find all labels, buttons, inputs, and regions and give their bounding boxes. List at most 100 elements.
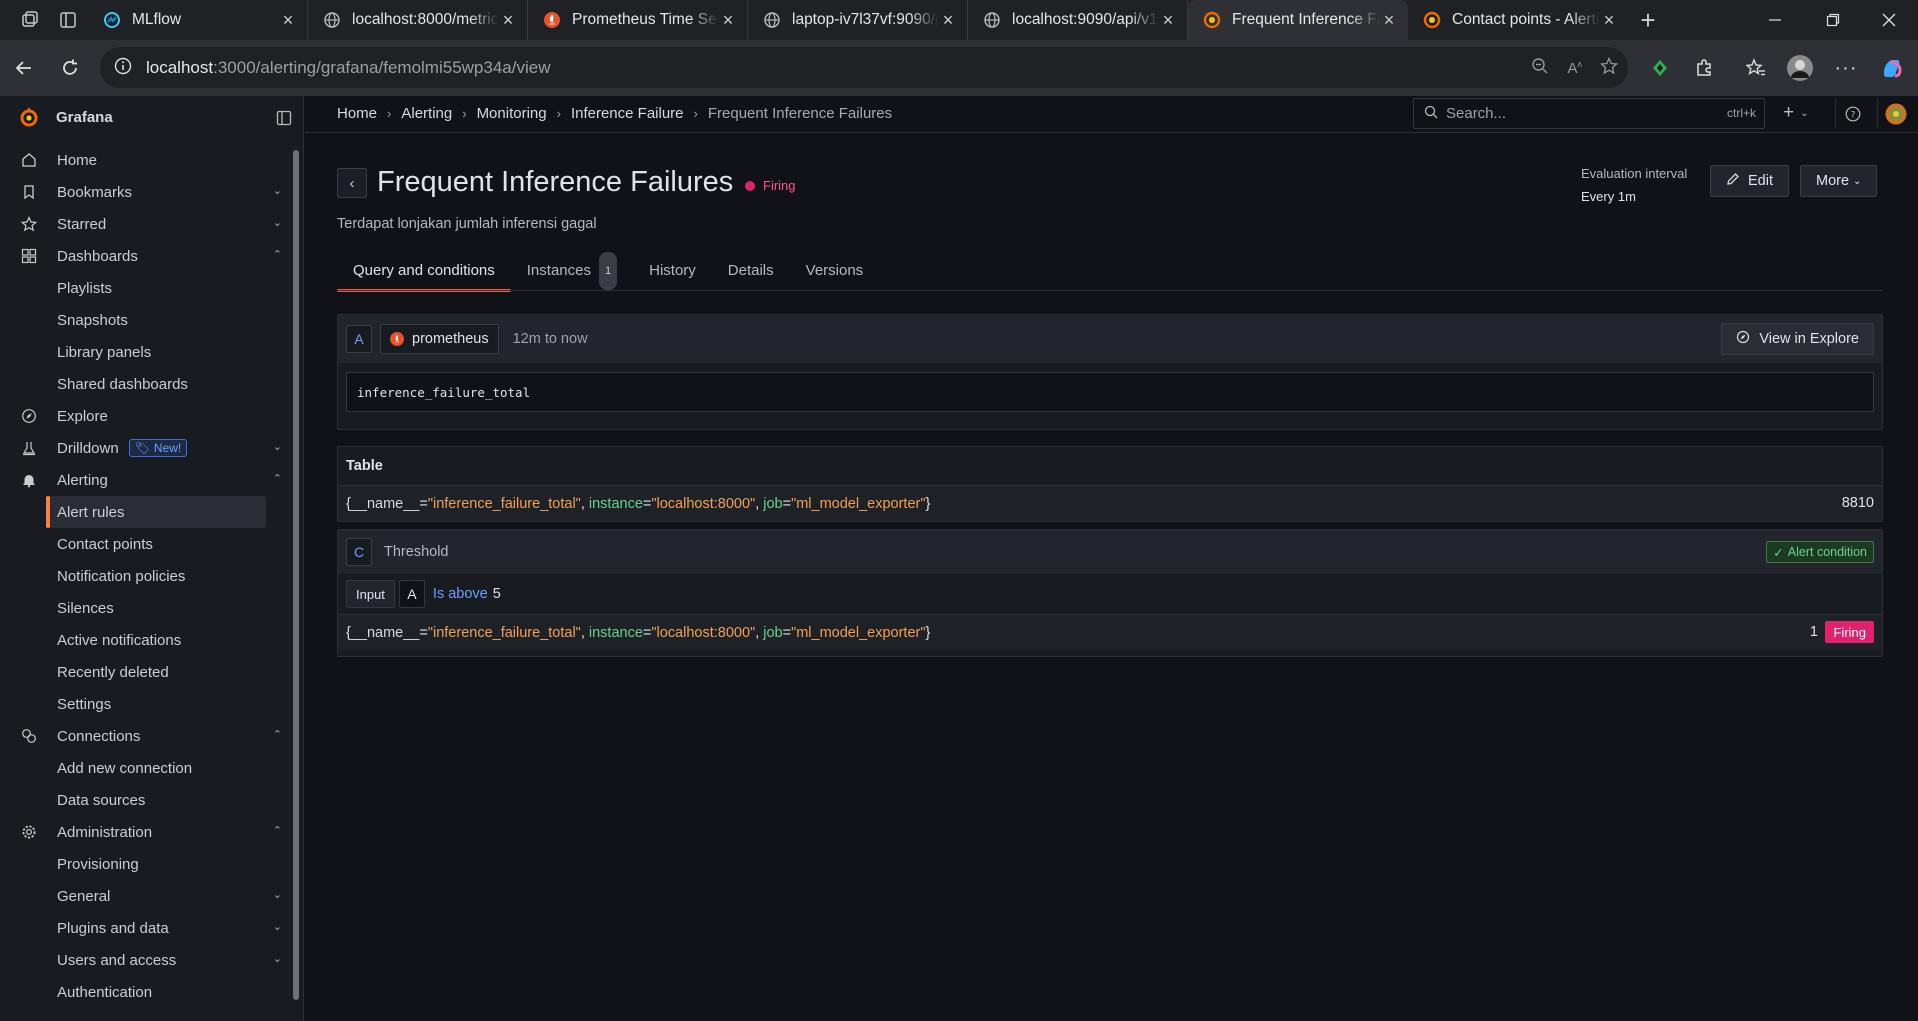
tab-versions[interactable]: Versions bbox=[790, 252, 880, 290]
breadcrumb-monitoring[interactable]: Monitoring bbox=[477, 105, 547, 122]
sidebar-item-settings[interactable]: Settings bbox=[0, 688, 290, 720]
breadcrumb-inference-failure[interactable]: Inference Failure bbox=[571, 105, 684, 122]
extension-shield-icon[interactable] bbox=[1640, 48, 1680, 88]
firing-dot-icon bbox=[745, 180, 755, 191]
threshold-value[interactable]: 5 bbox=[493, 586, 501, 602]
sidebar-item-administration[interactable]: Administration ⌃ bbox=[0, 816, 290, 848]
sidebar-item-data-sources[interactable]: Data sources bbox=[0, 784, 290, 816]
dock-menu-icon[interactable] bbox=[276, 110, 292, 130]
favorites-icon[interactable] bbox=[1736, 48, 1776, 88]
sidebar-item-general[interactable]: General ⌄ bbox=[0, 880, 290, 912]
sidebar-item-notification-policies[interactable]: Notification policies bbox=[0, 560, 290, 592]
sidebar-item-alert-rules[interactable]: Alert rules bbox=[46, 496, 266, 528]
url-field[interactable]: localhost:3000/alerting/grafana/femolmi5… bbox=[100, 47, 1628, 88]
info-icon[interactable] bbox=[114, 57, 132, 79]
threshold-header: C Threshold ✓ Alert condition bbox=[338, 530, 1882, 574]
brand[interactable]: Grafana bbox=[18, 106, 113, 128]
breadcrumb-home[interactable]: Home bbox=[337, 105, 377, 122]
close-icon[interactable]: × bbox=[1600, 10, 1618, 31]
tab-details[interactable]: Details bbox=[712, 252, 790, 290]
minimize-button[interactable] bbox=[1746, 0, 1804, 40]
globe-icon bbox=[322, 10, 342, 30]
extensions-puzzle-icon[interactable] bbox=[1684, 48, 1724, 88]
sidebar-item-connections[interactable]: Connections ⌃ bbox=[0, 720, 290, 752]
tab-query-and-conditions[interactable]: Query and conditions bbox=[337, 252, 511, 292]
close-icon[interactable]: × bbox=[939, 10, 957, 31]
sidebar-item-alerting[interactable]: Alerting ⌃ bbox=[0, 464, 290, 496]
chevron-down-icon[interactable]: ⌄ bbox=[273, 184, 282, 197]
sidebar-item-label: Notification policies bbox=[57, 567, 186, 585]
add-new-button[interactable]: + ⌄ bbox=[1783, 102, 1809, 124]
close-icon[interactable]: × bbox=[499, 10, 517, 31]
close-icon[interactable]: × bbox=[719, 10, 737, 31]
sidebar-item-bookmarks[interactable]: Bookmarks ⌄ bbox=[0, 176, 290, 208]
profile-avatar[interactable] bbox=[1780, 48, 1820, 88]
label-value: "ml_model_exporter" bbox=[791, 495, 926, 512]
tab-instances[interactable]: Instances 1 bbox=[511, 252, 633, 290]
workspaces-icon[interactable] bbox=[18, 8, 42, 32]
read-aloud-icon[interactable]: Aʌ bbox=[1567, 59, 1582, 77]
chevron-down-icon[interactable]: ⌄ bbox=[273, 920, 282, 933]
window-close-button[interactable] bbox=[1860, 0, 1918, 40]
breadcrumb-alerting[interactable]: Alerting bbox=[401, 105, 452, 122]
input-ref-chip[interactable]: A bbox=[398, 580, 425, 608]
sidebar-item-authentication[interactable]: Authentication bbox=[0, 976, 290, 1008]
copilot-icon[interactable] bbox=[1872, 48, 1912, 88]
refresh-icon[interactable] bbox=[50, 48, 90, 88]
sidebar-item-snapshots[interactable]: Snapshots bbox=[0, 304, 290, 336]
user-avatar[interactable] bbox=[1885, 103, 1907, 125]
new-tab-button[interactable]: + bbox=[1628, 0, 1668, 40]
browser-tab[interactable]: Contact points - Alerting × bbox=[1408, 0, 1628, 40]
browser-tab[interactable]: laptop-iv7l37vf:9090/graph × bbox=[748, 0, 968, 40]
view-in-explore-button[interactable]: View in Explore bbox=[1721, 323, 1874, 355]
edit-button[interactable]: Edit bbox=[1710, 165, 1789, 197]
chevron-up-icon[interactable]: ⌃ bbox=[273, 248, 282, 261]
chevron-up-icon[interactable]: ⌃ bbox=[273, 728, 282, 741]
settings-more-icon[interactable]: ··· bbox=[1826, 48, 1866, 88]
sidebar-item-recently-deleted[interactable]: Recently deleted bbox=[0, 656, 290, 688]
sidebar-item-drilldown[interactable]: Drilldown 🏷 New! ⌄ bbox=[0, 432, 290, 464]
sidebar-item-explore[interactable]: Explore bbox=[0, 400, 290, 432]
help-icon[interactable]: ? bbox=[1845, 106, 1861, 122]
tab-title: MLflow bbox=[132, 11, 182, 28]
search-input[interactable]: Search... ctrl+k bbox=[1413, 98, 1765, 129]
chevron-down-icon[interactable]: ⌄ bbox=[273, 216, 282, 229]
sidebar-item-library-panels[interactable]: Library panels bbox=[0, 336, 290, 368]
chevron-down-icon[interactable]: ⌄ bbox=[273, 952, 282, 965]
sidebar-item-starred[interactable]: Starred ⌄ bbox=[0, 208, 290, 240]
sidebar-item-silences[interactable]: Silences bbox=[0, 592, 290, 624]
tabs-divider bbox=[337, 290, 1883, 291]
browser-tab[interactable]: MLflow × bbox=[88, 0, 308, 40]
more-button[interactable]: More ⌄ bbox=[1800, 165, 1878, 197]
sidebar-item-playlists[interactable]: Playlists bbox=[0, 272, 290, 304]
sidebar-item-active-notifications[interactable]: Active notifications bbox=[0, 624, 290, 656]
browser-tab-active[interactable]: Frequent Inference Failures × bbox=[1188, 0, 1408, 40]
chevron-up-icon[interactable]: ⌃ bbox=[273, 824, 282, 837]
sidebar-item-home[interactable]: Home bbox=[0, 144, 290, 176]
chevron-up-icon[interactable]: ⌃ bbox=[273, 472, 282, 485]
threshold-operator[interactable]: Is above bbox=[433, 586, 488, 602]
sidebar-item-add-new-connection[interactable]: Add new connection bbox=[0, 752, 290, 784]
browser-tab[interactable]: localhost:9090/api/v1/ × bbox=[968, 0, 1188, 40]
browser-tab[interactable]: localhost:8000/metrics × bbox=[308, 0, 528, 40]
chevron-down-icon[interactable]: ⌄ bbox=[273, 440, 282, 453]
sidebar-item-shared-dashboards[interactable]: Shared dashboards bbox=[0, 368, 290, 400]
sidebar-scrollbar[interactable] bbox=[293, 150, 299, 1000]
chevron-down-icon[interactable]: ⌄ bbox=[273, 888, 282, 901]
close-icon[interactable]: × bbox=[279, 10, 297, 31]
sidebar-item-contact-points[interactable]: Contact points bbox=[0, 528, 290, 560]
sidebar-item-provisioning[interactable]: Provisioning bbox=[0, 848, 290, 880]
sidebar-item-dashboards[interactable]: Dashboards ⌃ bbox=[0, 240, 290, 272]
sidebar-item-plugins-and-data[interactable]: Plugins and data ⌄ bbox=[0, 912, 290, 944]
back-arrow-icon[interactable] bbox=[4, 48, 44, 88]
tab-actions-icon[interactable] bbox=[56, 8, 80, 32]
sidebar-item-users-and-access[interactable]: Users and access ⌄ bbox=[0, 944, 290, 976]
restore-button[interactable] bbox=[1804, 0, 1862, 40]
close-icon[interactable]: × bbox=[1380, 10, 1398, 31]
close-icon[interactable]: × bbox=[1159, 10, 1177, 31]
zoom-out-icon[interactable] bbox=[1531, 57, 1549, 79]
tab-history[interactable]: History bbox=[633, 252, 712, 290]
favorite-star-icon[interactable] bbox=[1599, 56, 1619, 79]
back-button[interactable]: ‹ bbox=[337, 168, 367, 198]
browser-tab[interactable]: Prometheus Time Series × bbox=[528, 0, 748, 40]
